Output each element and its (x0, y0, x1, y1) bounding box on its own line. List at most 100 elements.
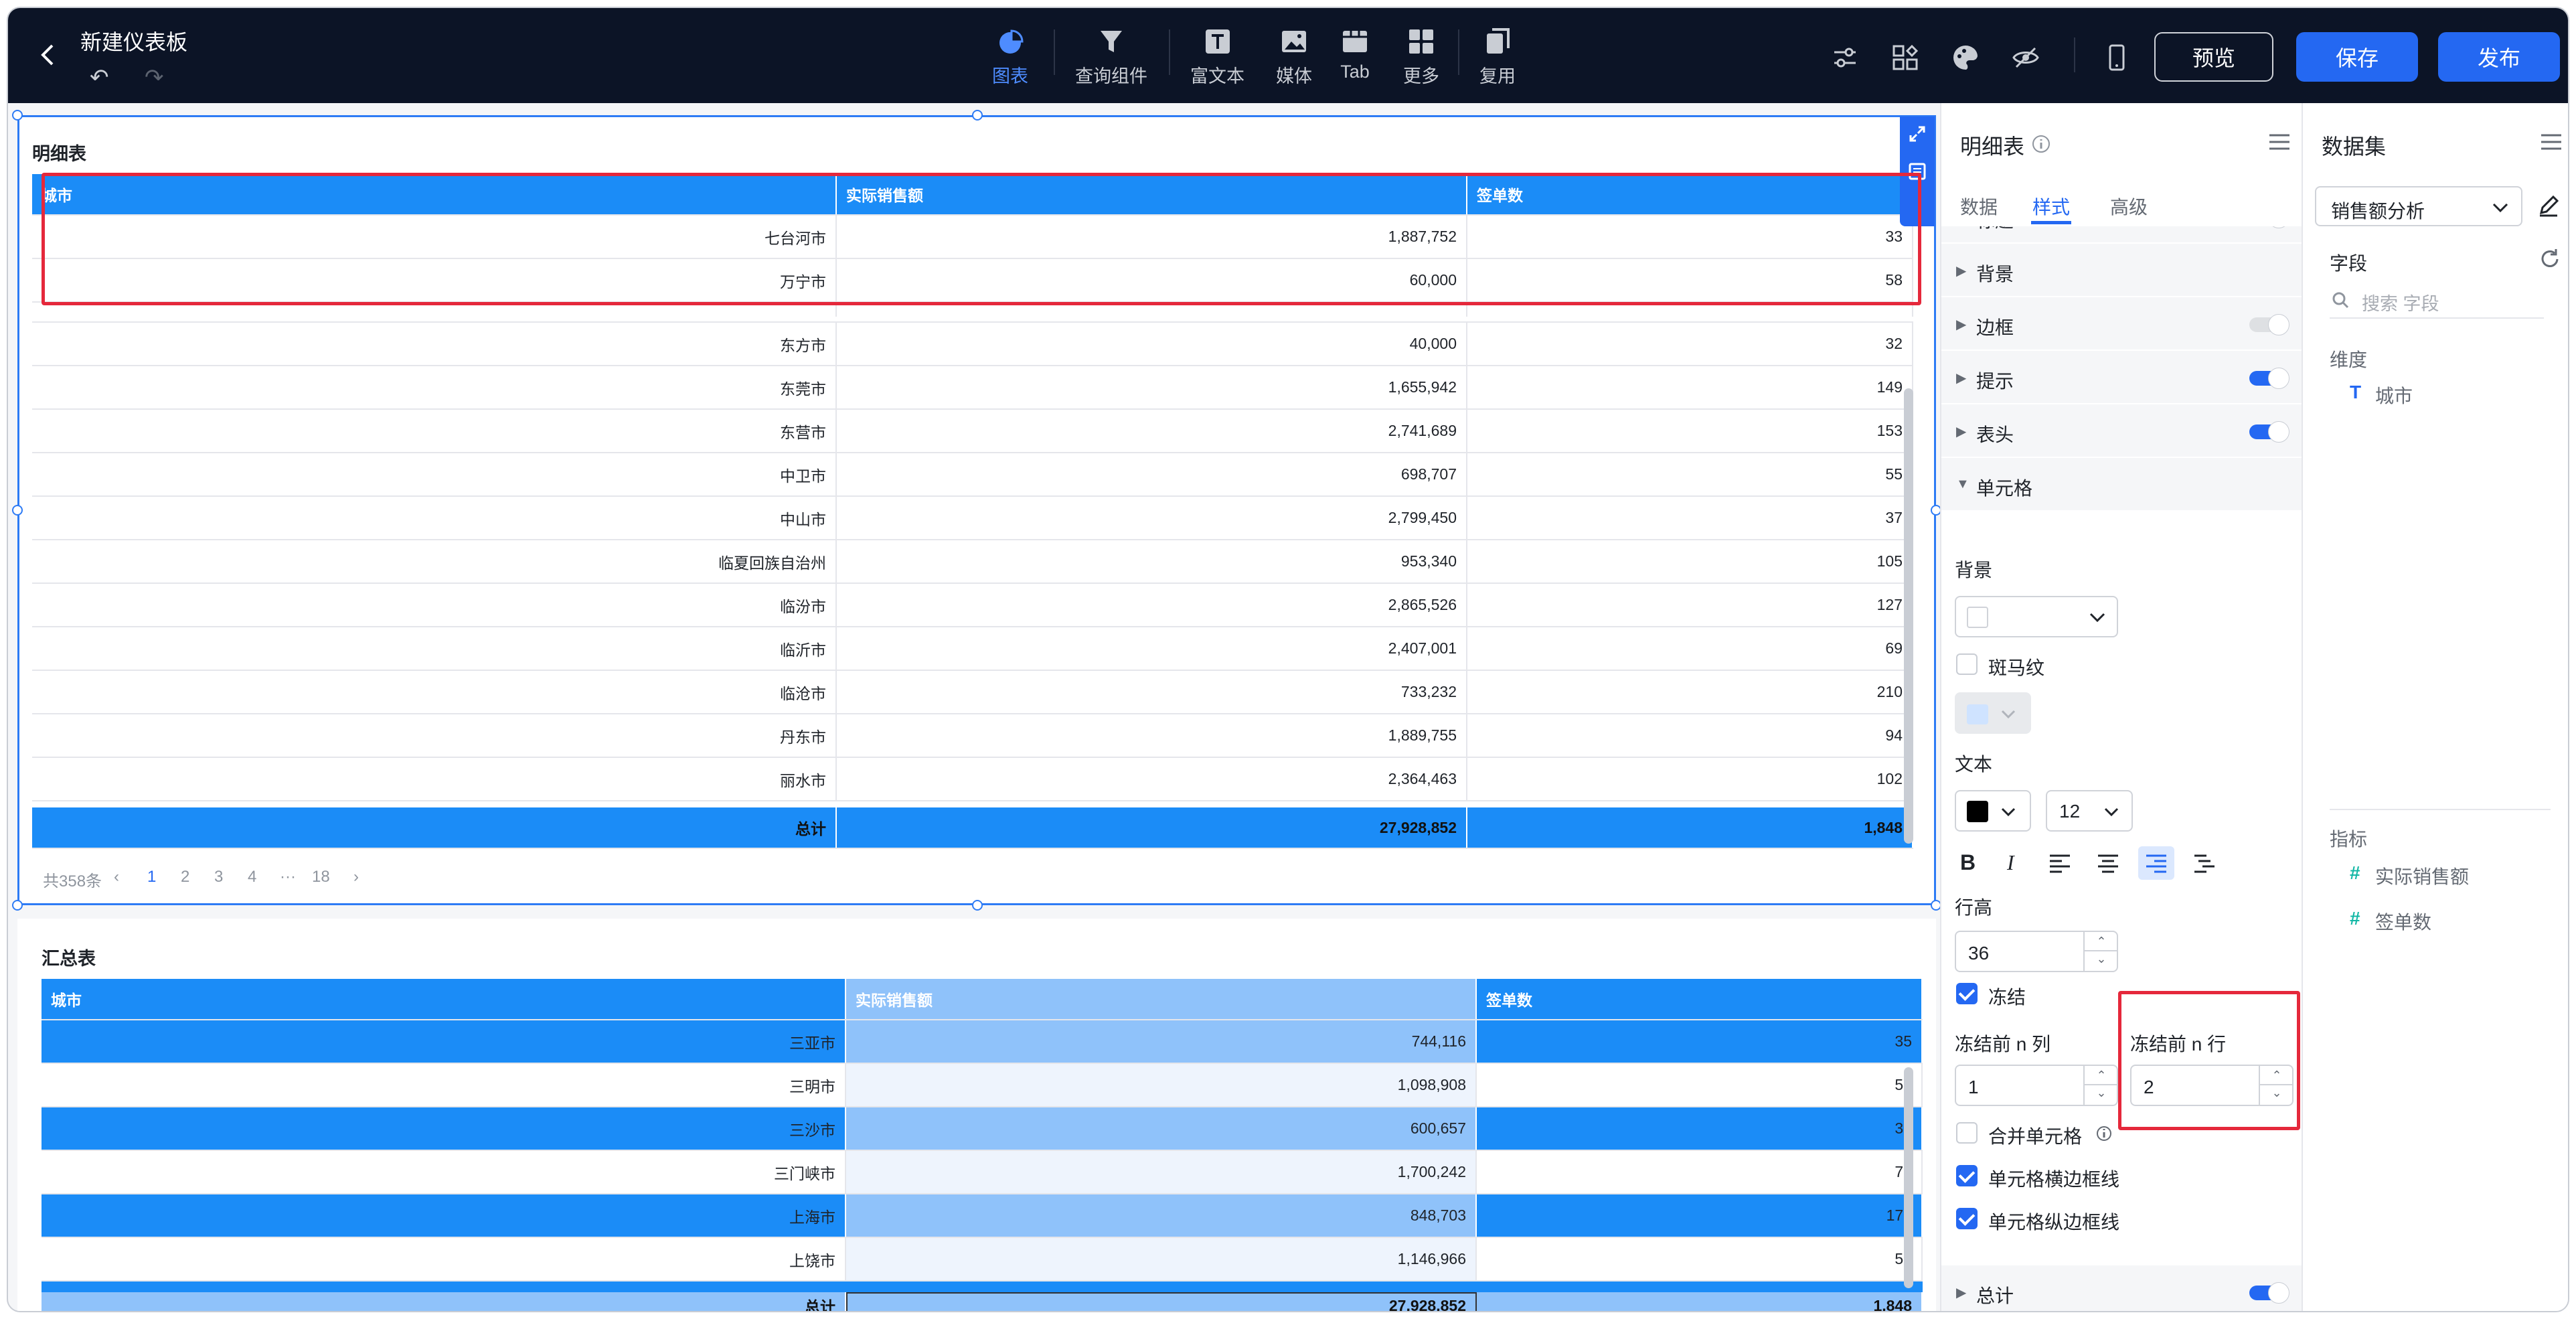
border-toggle[interactable] (2249, 314, 2289, 335)
table-row[interactable]: 三门峡市1,700,24278 (42, 1151, 1923, 1194)
settings-sliders-icon[interactable] (1830, 43, 1860, 72)
header-toggle[interactable] (2249, 421, 2289, 443)
section-label: 单元格 (1976, 478, 2033, 499)
tool-more[interactable]: 更多 (1403, 27, 1439, 88)
cell-bg-color-picker[interactable] (1955, 596, 2118, 637)
section-header[interactable]: ▶ 表头 (1941, 404, 2302, 458)
cell-sales: 744,116 (846, 1020, 1477, 1063)
mobile-device-icon[interactable] (2102, 43, 2131, 72)
undo-icon[interactable]: ↶ (90, 64, 109, 91)
resize-handle[interactable] (972, 110, 983, 121)
align-left-icon[interactable] (2048, 853, 2071, 873)
expand-icon[interactable] (1908, 125, 1927, 143)
row-height-stepper[interactable]: 36 ⌃ ⌄ (1955, 931, 2118, 972)
info-icon[interactable] (2095, 1125, 2113, 1142)
tab-data[interactable]: 数据 (1960, 193, 1998, 220)
bold-icon[interactable]: B (1960, 850, 1976, 875)
chevron-down-icon (2089, 613, 2105, 623)
cell-city: 三沙市 (42, 1107, 846, 1150)
toolbar-divider (1054, 29, 1055, 75)
tool-tab[interactable]: Tab (1340, 27, 1370, 82)
field-search-input[interactable]: 搜索 字段 (2330, 285, 2544, 319)
color-swatch (1967, 607, 1988, 628)
table-row[interactable]: 三明市1,098,90858 (42, 1064, 1923, 1107)
freeze-checkbox[interactable] (1956, 983, 1978, 1004)
merge-cells-checkbox[interactable] (1956, 1122, 1978, 1144)
theme-palette-icon[interactable] (1951, 43, 1980, 72)
dataset-panel: 数据集 销售额分析 字段 搜索 字段 维度 T 城市 指标 # 实际销售额 # … (2302, 103, 2568, 1311)
info-icon[interactable] (2031, 134, 2051, 154)
resize-handle[interactable] (12, 110, 23, 121)
merge-cells-label: 合并单元格 (1988, 1126, 2083, 1147)
decrement-icon[interactable]: ⌄ (2085, 951, 2118, 971)
measure-field[interactable]: # 签单数 (2350, 908, 2551, 935)
cell-sales: 1,146,966 (846, 1238, 1477, 1280)
increment-icon[interactable]: ⌃ (2085, 1066, 2118, 1085)
align-center-icon[interactable] (2097, 853, 2119, 873)
increment-icon[interactable]: ⌃ (2085, 932, 2118, 951)
section-title[interactable]: ▶标题 (1941, 226, 2302, 244)
refresh-icon[interactable] (2539, 248, 2561, 270)
zebra-color-picker[interactable] (1955, 692, 2031, 734)
resize-handle[interactable] (972, 900, 983, 911)
cell-city: 上饶市 (42, 1238, 846, 1280)
text-color-picker[interactable] (1955, 790, 2031, 832)
tooltip-toggle[interactable] (2249, 368, 2289, 389)
column-header[interactable]: 城市 (42, 979, 846, 1019)
align-justify-icon[interactable] (2193, 853, 2216, 873)
toolbar-divider (1458, 29, 1459, 75)
v-border-checkbox[interactable] (1956, 1208, 1978, 1229)
tab-advanced[interactable]: 高级 (2110, 193, 2148, 220)
section-cell[interactable]: ▼ 单元格 (1941, 458, 2302, 512)
table-row[interactable]: 三亚市 744,116 35 (42, 1020, 1923, 1064)
table-row[interactable]: 上海市 848,703 171 (42, 1194, 1923, 1238)
save-button[interactable]: 保存 (2296, 32, 2418, 82)
preview-button[interactable]: 预览 (2154, 32, 2273, 82)
menu-icon[interactable] (2540, 133, 2563, 151)
column-header[interactable]: 实际销售额 (846, 979, 1477, 1019)
total-toggle[interactable] (2249, 1282, 2289, 1304)
table-row[interactable]: 三沙市600,65738 (42, 1107, 1923, 1151)
freeze-cols-stepper[interactable]: 1 ⌃ ⌄ (1955, 1065, 2118, 1106)
back-arrow-icon[interactable] (35, 42, 62, 68)
column-header[interactable]: 签单数 (1477, 979, 1923, 1019)
tool-media[interactable]: 媒体 (1276, 27, 1312, 88)
publish-button[interactable]: 发布 (2438, 32, 2560, 82)
resize-handle[interactable] (12, 505, 23, 516)
section-border[interactable]: ▶ 边框 (1941, 297, 2302, 351)
tab-style[interactable]: 样式 (2032, 193, 2070, 220)
stepper-buttons: ⌃ ⌄ (2083, 1066, 2118, 1105)
dataset-select[interactable]: 销售额分析 (2315, 186, 2522, 226)
measure-field[interactable]: # 实际销售额 (2350, 862, 2551, 889)
pie-chart-icon (999, 29, 1024, 54)
section-label: 边框 (1976, 317, 2014, 338)
summary-table-widget[interactable]: 汇总表 城市 实际销售额 签单数 三亚市 744,116 35 三明市 1,098,90… (17, 919, 1936, 1311)
color-swatch (1967, 801, 1988, 822)
section-tooltip[interactable]: ▶ 提示 (1941, 351, 2302, 404)
tool-query[interactable]: 查询组件 (1075, 27, 1147, 88)
redo-icon[interactable]: ↷ (145, 64, 164, 91)
zebra-checkbox[interactable] (1956, 653, 1978, 675)
eye-off-icon[interactable] (2011, 43, 2040, 72)
widget-title: 汇总表 (42, 949, 96, 969)
toolbar-divider (2074, 37, 2075, 72)
section-background[interactable]: ▶ 背景 (1941, 244, 2302, 297)
tab-active-indicator (2031, 221, 2071, 224)
layout-icon[interactable] (1890, 43, 1920, 72)
font-size-select[interactable]: 12 (2046, 790, 2133, 832)
tool-chart[interactable]: 图表 (992, 27, 1028, 88)
vertical-scrollbar[interactable] (1904, 1067, 1913, 1288)
dashboard-title[interactable]: 新建仪表板 (80, 25, 187, 56)
menu-icon[interactable] (2268, 133, 2291, 151)
table-row[interactable]: 上饶市1,146,96650 (42, 1238, 1923, 1282)
edit-icon[interactable] (2537, 194, 2560, 217)
cell-city: 三门峡市 (42, 1151, 846, 1193)
resize-handle[interactable] (12, 900, 23, 911)
section-total[interactable]: ▶ 总计 (1941, 1265, 2302, 1311)
h-border-checkbox[interactable] (1956, 1165, 1978, 1186)
tool-reuse[interactable]: 复用 (1479, 27, 1516, 88)
align-right-button[interactable] (2138, 846, 2174, 880)
italic-icon[interactable]: I (2007, 850, 2014, 875)
decrement-icon[interactable]: ⌄ (2085, 1085, 2118, 1105)
tool-rich-text[interactable]: 富文本 (1190, 27, 1244, 88)
